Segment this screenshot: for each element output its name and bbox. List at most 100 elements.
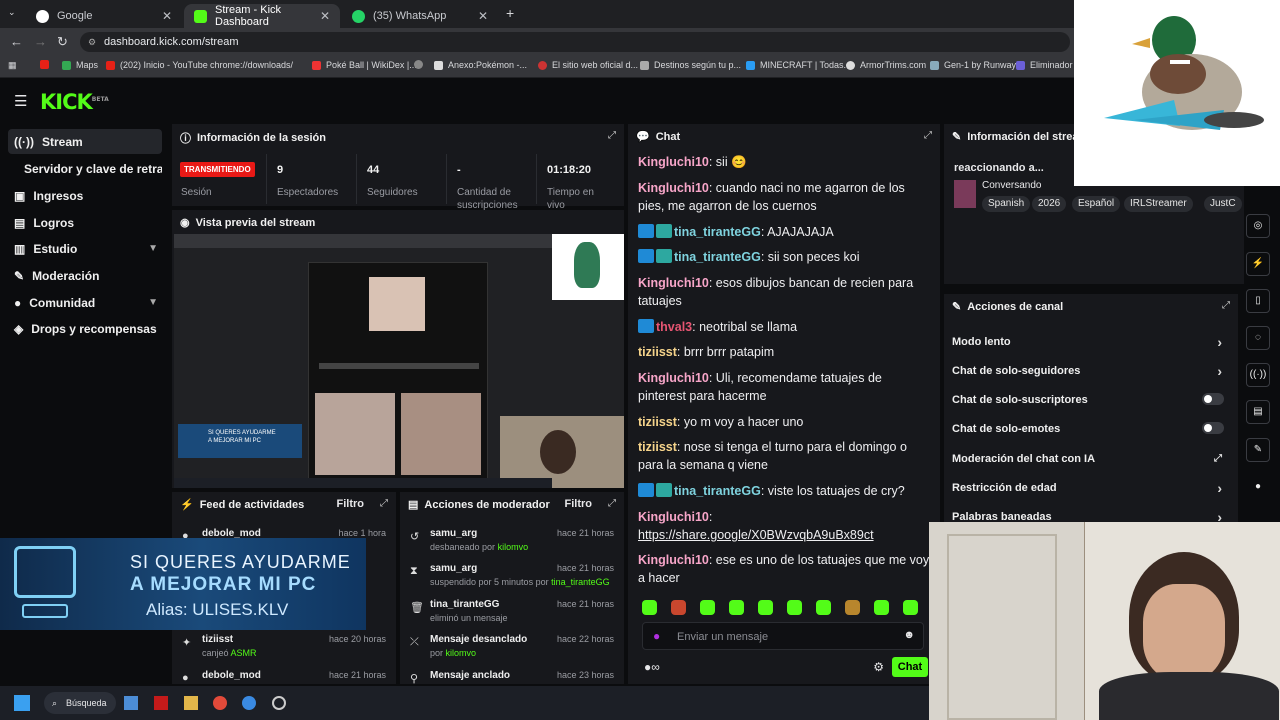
emote-icon[interactable] — [700, 600, 715, 615]
expand-icon[interactable]: ⤢ — [924, 130, 932, 141]
chat-icon: 💬 — [636, 131, 650, 143]
bookmark-anexo[interactable]: Anexo:Pokémon -... — [434, 60, 527, 70]
windows-taskbar: ⌕ Búsqueda — [0, 686, 930, 720]
emote-icon[interactable] — [642, 600, 657, 615]
bookmark-youtube[interactable]: (202) Inicio - YouTube — [106, 60, 208, 70]
age-restriction-row[interactable]: Restricción de edad › — [952, 480, 1224, 496]
bolt-icon: ⚡ — [180, 499, 194, 511]
close-icon[interactable]: ✕ — [320, 9, 330, 23]
site-info-icon[interactable]: ⚙ — [88, 32, 96, 52]
apps-icon[interactable]: ▦ — [8, 60, 17, 71]
emote-icon[interactable] — [816, 600, 831, 615]
subscribers-only-toggle[interactable] — [1202, 393, 1224, 405]
sidebar-item-drops[interactable]: ◈ Drops y recompensas — [8, 316, 162, 341]
live-badge: TRANSMITIENDO — [180, 162, 255, 177]
chat-input[interactable]: ● Enviar un mensaje ☻ — [642, 622, 924, 650]
tab-search-icon[interactable]: ⌄ — [8, 7, 16, 18]
mic-icon[interactable]: ● — [653, 629, 660, 643]
chevron-down-icon: ▼ — [148, 243, 158, 254]
emote-icon[interactable] — [787, 600, 802, 615]
kick-logo[interactable]: KICKBETA — [40, 90, 109, 114]
new-tab-button[interactable]: + — [506, 5, 514, 21]
followers-only-row[interactable]: Chat de solo-seguidores › — [952, 363, 1224, 379]
preview-person — [540, 430, 576, 474]
close-icon[interactable]: ✕ — [162, 9, 172, 23]
category-label: Conversando — [982, 180, 1042, 191]
expand-icon[interactable]: ⤢ — [1222, 300, 1230, 311]
taskbar-app-icon[interactable] — [154, 696, 168, 710]
bookmark-maps[interactable]: Maps — [62, 60, 98, 70]
forward-icon[interactable]: → — [34, 34, 47, 49]
category-thumbnail — [954, 180, 976, 208]
chat-link[interactable]: https://share.google/X0BWzvqbA9uBx89ct — [638, 526, 930, 544]
bookmark-wikidex[interactable]: Poké Ball | WikiDex |... — [312, 60, 417, 70]
sidebar-item-moderacion[interactable]: ✎ Moderación — [8, 263, 162, 288]
sidebar-item-ingresos[interactable]: ▣ Ingresos — [8, 183, 162, 208]
quick-action-button[interactable]: ▤ — [1246, 400, 1270, 424]
ai-moderation-row[interactable]: Moderación del chat con IA ⤢ — [952, 453, 1224, 465]
bookmark-armortrims[interactable]: ArmorTrims.com — [846, 60, 926, 70]
tab-whatsapp[interactable]: (35) WhatsApp ✕ — [342, 4, 498, 28]
quick-action-button[interactable]: ⚡ — [1246, 252, 1270, 276]
preview-duck-overlay — [552, 234, 624, 300]
menu-icon[interactable]: ☰ — [14, 92, 27, 110]
emote-icon[interactable] — [845, 600, 860, 615]
infinity-icon[interactable]: ●∞ — [644, 660, 660, 674]
expand-icon[interactable]: ⤢ — [380, 498, 388, 509]
emote-icon[interactable] — [671, 600, 686, 615]
send-chat-button[interactable]: Chat — [892, 657, 928, 677]
close-icon[interactable]: ✕ — [478, 9, 488, 23]
bookmark-eliminador[interactable]: Eliminador d — [1016, 60, 1080, 70]
back-icon[interactable]: ← — [10, 34, 23, 49]
bookmark-destinos[interactable]: Destinos según tu p... — [640, 60, 741, 70]
bookmark-runway[interactable]: Gen-1 by Runway — [930, 60, 1016, 70]
bookmark-youtube-shortcut[interactable] — [40, 60, 49, 69]
stream-preview-video[interactable]: SI QUERES AYUDARME A MEJORAR MI PC — [174, 234, 624, 488]
sidebar-item-estudio[interactable]: ▥ Estudio ▼ — [8, 236, 162, 261]
bookmark-downloads[interactable]: chrome://downloads/ — [210, 60, 293, 70]
emotes-only-toggle[interactable] — [1202, 422, 1224, 434]
emote-icon[interactable] — [903, 600, 918, 615]
panel-title: ◉ Vista previa del stream — [180, 216, 316, 230]
emoji-icon[interactable]: ☻ — [903, 629, 915, 641]
quick-action-button[interactable]: ◌ — [1246, 326, 1270, 350]
slow-mode-row[interactable]: Modo lento › — [952, 334, 1224, 350]
folder-icon[interactable] — [184, 696, 198, 710]
quick-action-button[interactable]: ((·)) — [1246, 363, 1270, 387]
tab-kick-dashboard[interactable]: Stream - Kick Dashboard ✕ — [184, 4, 340, 28]
chrome-icon[interactable] — [242, 696, 256, 710]
quick-action-button[interactable]: ▯ — [1246, 289, 1270, 313]
emote-icon[interactable] — [874, 600, 889, 615]
preview-pinterest-window — [308, 262, 488, 480]
tab-google[interactable]: Google ✕ — [26, 4, 182, 28]
filter-button[interactable]: Filtro — [565, 498, 593, 510]
bookmark-minecraft[interactable]: MINECRAFT | Todas... — [746, 60, 851, 70]
quick-action-button[interactable]: ◎ — [1246, 214, 1270, 238]
sidebar-item-stream[interactable]: ((·)) Stream — [8, 129, 162, 154]
quick-action-button[interactable]: ✎ — [1246, 438, 1270, 462]
taskbar-search[interactable]: ⌕ Búsqueda — [44, 692, 116, 714]
emote-icon[interactable] — [758, 600, 773, 615]
windows-start-icon[interactable] — [14, 695, 30, 711]
taskbar-app-icon[interactable] — [124, 696, 138, 710]
chat-message: Kingluchi10: — [638, 510, 713, 524]
chat-panel: 💬 Chat ⤢ Kingluchi10: sii 😊 Kingluchi10: … — [628, 124, 940, 684]
emote-icon[interactable] — [729, 600, 744, 615]
sidebar-item-comunidad[interactable]: ● Comunidad ▼ — [8, 290, 162, 315]
sidebar-item-logros[interactable]: ▤ Logros — [8, 210, 162, 235]
bookmark-pokemon-site[interactable]: El sitio web oficial d... — [538, 60, 638, 70]
gear-icon[interactable]: ⚙ — [873, 660, 884, 674]
info-icon: ⓘ — [180, 133, 191, 145]
expand-icon[interactable]: ⤢ — [608, 130, 616, 141]
chrome-icon[interactable] — [213, 696, 227, 710]
reload-icon[interactable]: ↻ — [57, 34, 68, 50]
expand-icon[interactable]: ⤢ — [608, 498, 616, 509]
bookmark-empty[interactable] — [414, 60, 423, 69]
filter-button[interactable]: Filtro — [337, 498, 365, 510]
url-field[interactable]: ⚙ dashboard.kick.com/stream — [80, 32, 1070, 52]
obs-icon[interactable] — [272, 696, 286, 710]
session-label: Sesión — [181, 187, 212, 198]
keyboard-icon — [22, 604, 68, 618]
quick-action-button[interactable]: ● — [1246, 476, 1270, 500]
sidebar-item-server-key[interactable]: Servidor y clave de retransmisión — [8, 156, 162, 181]
